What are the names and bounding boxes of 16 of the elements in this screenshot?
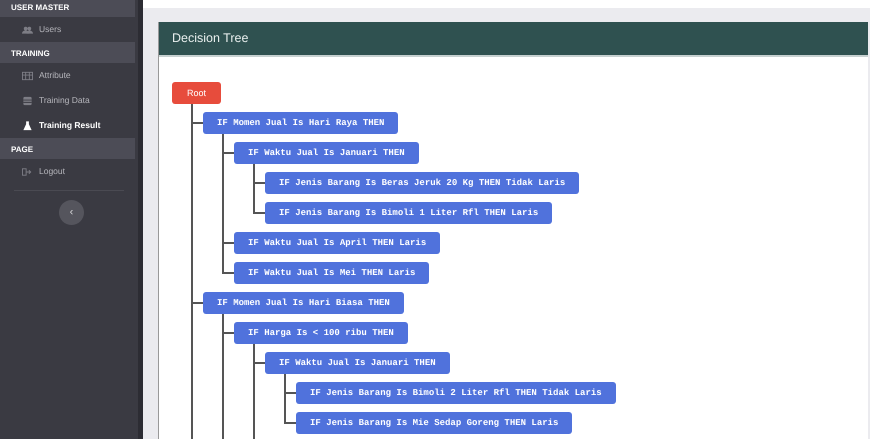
- section-heading: TRAINING: [0, 42, 135, 63]
- sidebar-item[interactable]: Users: [0, 17, 138, 42]
- logout-icon: [22, 166, 33, 176]
- root-node[interactable]: Root: [172, 82, 222, 104]
- sidebar-item[interactable]: Attribute: [0, 63, 138, 88]
- collapse-button[interactable]: ‹: [59, 200, 84, 225]
- flask-icon: [22, 120, 33, 130]
- section-heading: PAGE: [0, 138, 135, 159]
- section-heading: USER MASTER: [0, 0, 135, 17]
- sidebar-item[interactable]: Training Data: [0, 88, 138, 113]
- table-icon: [22, 70, 33, 80]
- sidebar-item[interactable]: Training Result: [0, 113, 138, 138]
- database-icon: [22, 96, 33, 106]
- card-header: Decision Tree: [159, 22, 868, 57]
- sidebar-item[interactable]: Logout: [0, 159, 138, 184]
- users-icon: [22, 24, 33, 34]
